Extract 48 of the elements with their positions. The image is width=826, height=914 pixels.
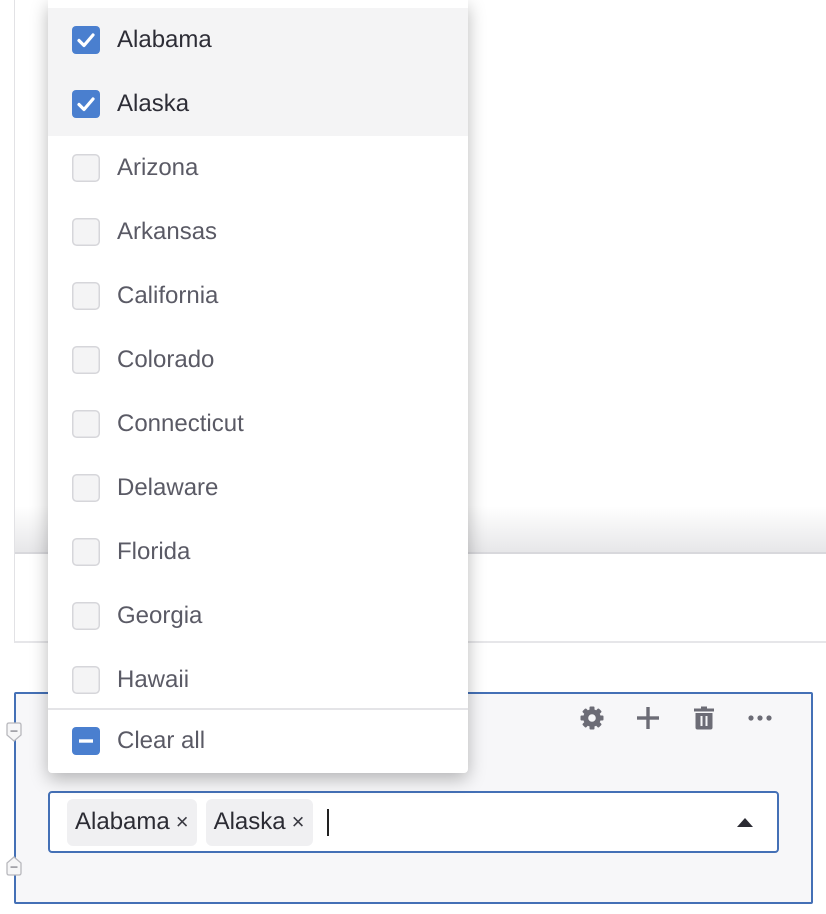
settings-icon[interactable] xyxy=(580,706,604,730)
checkbox[interactable] xyxy=(72,410,100,438)
option-label: Florida xyxy=(117,538,190,566)
plus-icon[interactable] xyxy=(636,706,660,730)
checkbox[interactable] xyxy=(72,282,100,310)
option-label: Delaware xyxy=(117,474,218,502)
option-label: Hawaii xyxy=(117,666,190,694)
checkbox[interactable] xyxy=(72,218,100,246)
option-label: Alabama xyxy=(117,26,212,54)
trash-icon[interactable] xyxy=(692,706,716,730)
checkbox[interactable] xyxy=(72,538,100,566)
indeterminate-checkbox[interactable] xyxy=(72,726,100,754)
option-label: Clear all xyxy=(117,726,206,754)
text-cursor xyxy=(326,808,328,836)
checkbox[interactable] xyxy=(72,154,100,182)
handle-icon[interactable] xyxy=(6,856,22,876)
dropdown-option[interactable]: Connecticut xyxy=(48,392,468,456)
option-label: Georgia xyxy=(117,602,202,630)
remove-tag-button[interactable]: × xyxy=(292,809,304,835)
dropdown-option[interactable]: Colorado xyxy=(48,328,468,392)
checkbox[interactable] xyxy=(72,346,100,374)
caret-up-icon[interactable] xyxy=(737,818,753,826)
checkbox[interactable] xyxy=(72,666,100,694)
clear-all-option[interactable]: Clear all xyxy=(48,710,468,771)
remove-tag-button[interactable]: × xyxy=(176,809,189,835)
multiselect-field[interactable]: Alabama × Alaska × xyxy=(48,791,779,853)
dropdown-option[interactable]: Arizona xyxy=(48,136,468,200)
dropdown-option[interactable]: Georgia xyxy=(48,584,468,648)
tag-label: Alabama xyxy=(75,808,170,836)
dropdown-option[interactable]: Alaska xyxy=(48,72,468,136)
dropdown-option[interactable]: Arkansas xyxy=(48,200,468,264)
dropdown-option[interactable]: Florida xyxy=(48,520,468,584)
tag-label: Alaska xyxy=(214,808,286,836)
option-label: Connecticut xyxy=(117,410,244,438)
checkbox[interactable] xyxy=(72,90,100,118)
dropdown-option[interactable]: Delaware xyxy=(48,456,468,520)
option-label: Colorado xyxy=(117,346,214,374)
dropdown-option[interactable]: Alabama xyxy=(48,8,468,72)
option-label: Arkansas xyxy=(117,218,218,246)
option-label: California xyxy=(117,282,218,310)
checkbox[interactable] xyxy=(72,474,100,502)
option-label: Alaska xyxy=(117,90,190,118)
dropdown-option[interactable]: California xyxy=(48,264,468,328)
dropdown-option[interactable]: Hawaii xyxy=(48,648,468,708)
handle-icon[interactable] xyxy=(6,722,22,742)
checkbox[interactable] xyxy=(72,26,100,54)
option-label: Arizona xyxy=(117,154,198,182)
checkbox[interactable] xyxy=(72,602,100,630)
